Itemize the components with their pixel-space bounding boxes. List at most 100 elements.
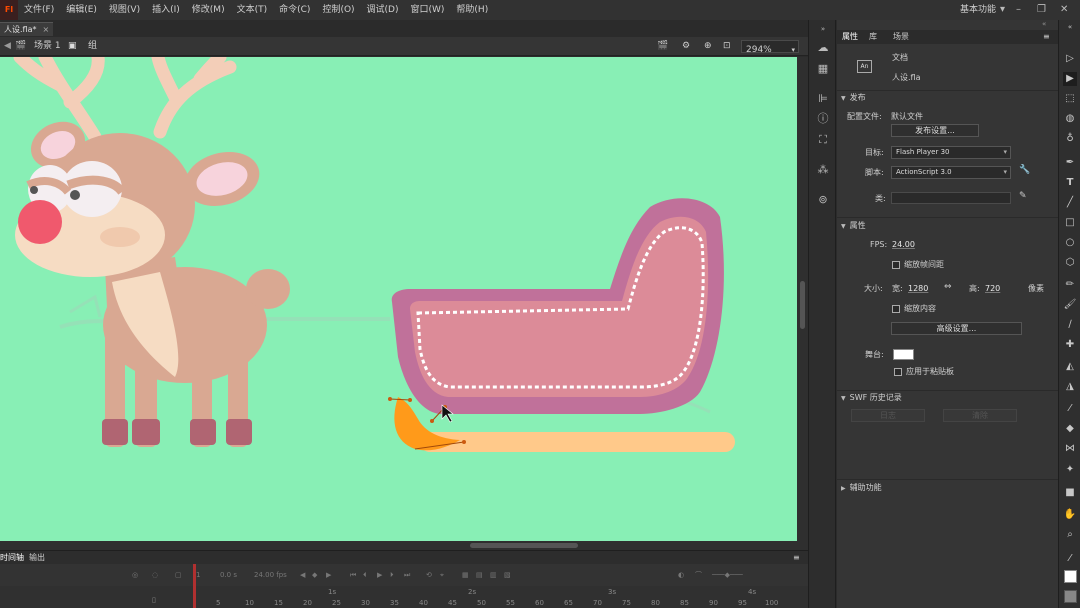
onion-skin-range-icon[interactable]: ▦: [462, 564, 469, 586]
collapse-panels-icon[interactable]: »: [815, 22, 831, 36]
back-arrow-icon[interactable]: ◀: [4, 37, 11, 56]
panel-menu-icon[interactable]: ≡: [1043, 30, 1050, 44]
workspace-caret-icon[interactable]: ▾: [1000, 0, 1005, 20]
stage-horizontal-scrollbar[interactable]: [0, 541, 808, 550]
tab-properties[interactable]: 属性: [842, 30, 858, 44]
menu-help[interactable]: 帮助(H): [450, 0, 494, 20]
fill-color-icon[interactable]: [1064, 570, 1077, 583]
library-icon[interactable]: ☁: [815, 41, 831, 55]
menu-file[interactable]: 文件(F): [18, 0, 60, 20]
swap-colors-icon[interactable]: [1064, 590, 1077, 603]
tab-timeline[interactable]: 时间轴: [0, 551, 24, 565]
section-accessibility[interactable]: ▶ 辅助功能: [841, 482, 882, 495]
transform-icon[interactable]: ⛶: [815, 133, 831, 147]
paint-brush-icon[interactable]: ∕: [1063, 318, 1077, 332]
loop-icon[interactable]: ⟲: [426, 564, 432, 586]
keyframe-icon[interactable]: ◆: [312, 564, 317, 586]
brush-icon[interactable]: 🖌: [1063, 298, 1077, 312]
height-value[interactable]: 720: [985, 283, 1000, 295]
camera-toggle-icon[interactable]: ◐: [678, 564, 684, 586]
frame-rate[interactable]: 24.00 fps: [254, 564, 287, 586]
edit-multiple-frames-icon[interactable]: ▥: [490, 564, 497, 586]
pin-icon[interactable]: ✦: [1063, 463, 1077, 477]
pencil-icon[interactable]: ✎: [1019, 191, 1027, 201]
section-swf-history[interactable]: ▼ SWF 历史记录: [841, 392, 902, 405]
eyedropper-icon[interactable]: ⁄: [1063, 402, 1077, 416]
scene-breadcrumb[interactable]: 场景 1: [34, 37, 61, 56]
swatches-icon[interactable]: ▦: [815, 62, 831, 76]
text-icon[interactable]: T: [1063, 176, 1077, 190]
close-window-icon[interactable]: ✕: [1060, 0, 1068, 20]
timeline-menu-icon[interactable]: ≡: [793, 551, 800, 565]
publish-settings-button[interactable]: 发布设置...: [891, 124, 979, 137]
rectangle-icon[interactable]: □: [1063, 216, 1077, 230]
restore-icon[interactable]: ❐: [1037, 0, 1046, 20]
tab-scene[interactable]: 场景: [893, 30, 909, 44]
align-icon[interactable]: ⊫: [815, 92, 831, 106]
stage-vertical-scrollbar[interactable]: [797, 57, 808, 541]
bone-icon[interactable]: ✚: [1063, 338, 1077, 352]
menu-window[interactable]: 窗口(W): [405, 0, 451, 20]
section-publish[interactable]: ▼ 发布: [841, 92, 866, 105]
eraser-icon[interactable]: ◆: [1063, 422, 1077, 436]
section-properties[interactable]: ▼ 属性: [841, 220, 866, 233]
stroke-color-icon[interactable]: ⁄: [1063, 552, 1077, 566]
script-select[interactable]: ActionScript 3.0 ▾: [891, 166, 1011, 179]
width-icon[interactable]: ⋈: [1063, 442, 1077, 456]
step-forward-icon[interactable]: ⏵: [390, 564, 394, 586]
next-keyframe-icon[interactable]: ▶: [326, 564, 331, 586]
menu-edit[interactable]: 编辑(E): [60, 0, 103, 20]
step-back-icon[interactable]: ⏴: [363, 564, 367, 586]
edit-symbols-icon[interactable]: ⚙: [682, 37, 690, 56]
paint-bucket-icon[interactable]: ◭: [1063, 360, 1077, 374]
modify-markers-icon[interactable]: ▧: [504, 564, 511, 586]
zoom-icon[interactable]: ⌕: [1063, 528, 1077, 542]
subselection-icon[interactable]: ▷: [1063, 52, 1077, 66]
scale-spans-checkbox[interactable]: [892, 261, 900, 269]
free-transform-icon[interactable]: ⬚: [1063, 92, 1077, 106]
onion-skin-icon[interactable]: ◎: [132, 564, 138, 586]
3d-rotation-icon[interactable]: ◍: [1063, 112, 1077, 126]
lasso-icon[interactable]: ♁: [1063, 132, 1077, 146]
hand-icon[interactable]: ✋: [1063, 508, 1077, 522]
edit-scene-icon[interactable]: 🎬: [657, 37, 668, 56]
timeline-scale-slider[interactable]: ───◆───: [712, 564, 743, 586]
vertical-scroll-thumb[interactable]: [800, 281, 805, 329]
layer-lock-icon[interactable]: ▯: [152, 596, 156, 604]
pencil-icon[interactable]: ✏: [1063, 278, 1077, 292]
cc-libraries-icon[interactable]: ⊚: [815, 193, 831, 207]
prev-keyframe-icon[interactable]: ◀: [300, 564, 305, 586]
menu-commands[interactable]: 命令(C): [273, 0, 316, 20]
clip-content-icon[interactable]: ⊡: [723, 37, 731, 56]
document-tab[interactable]: 人设.fla* ×: [0, 22, 54, 36]
go-first-icon[interactable]: ⏮: [350, 564, 356, 586]
edit-multiple-icon[interactable]: ▢: [175, 564, 182, 586]
collapse-tools-icon[interactable]: «: [1063, 20, 1077, 34]
timeline-ruler[interactable]: ▯ 1s 2s 3s 4s 5 10 15 20 25 30 35 40 45 …: [0, 586, 808, 608]
horizontal-scroll-thumb[interactable]: [470, 543, 578, 548]
minimize-icon[interactable]: –: [1016, 0, 1021, 20]
collapse-panel-icon[interactable]: «: [1042, 20, 1046, 28]
menu-view[interactable]: 视图(V): [103, 0, 146, 20]
wrench-icon[interactable]: 🔧: [1019, 165, 1030, 175]
onion-outline-icon[interactable]: ◌: [152, 564, 158, 586]
stage[interactable]: [0, 57, 797, 541]
camera-icon[interactable]: ■: [1063, 486, 1077, 500]
current-frame[interactable]: 1: [196, 564, 200, 586]
go-last-icon[interactable]: ⏭: [404, 564, 410, 586]
fps-value[interactable]: 24.00: [892, 239, 915, 251]
oval-icon[interactable]: ○: [1063, 236, 1077, 250]
menu-modify[interactable]: 修改(M): [186, 0, 231, 20]
group-breadcrumb[interactable]: 组: [88, 37, 97, 56]
stage-color-swatch[interactable]: [893, 349, 914, 360]
onion-outlines-icon[interactable]: ▤: [476, 564, 483, 586]
swf-log-button[interactable]: 日志: [851, 409, 925, 422]
menu-debug[interactable]: 调试(D): [361, 0, 405, 20]
zoom-out-timeline-icon[interactable]: ⌒: [695, 564, 702, 586]
info-icon[interactable]: ⓘ: [815, 112, 831, 126]
play-icon[interactable]: ▶: [377, 564, 382, 586]
center-frame-icon[interactable]: ⌖: [440, 564, 444, 586]
advanced-settings-button[interactable]: 高级设置...: [891, 322, 1022, 335]
class-input[interactable]: [891, 192, 1011, 204]
link-icon[interactable]: ⇔: [944, 282, 952, 292]
